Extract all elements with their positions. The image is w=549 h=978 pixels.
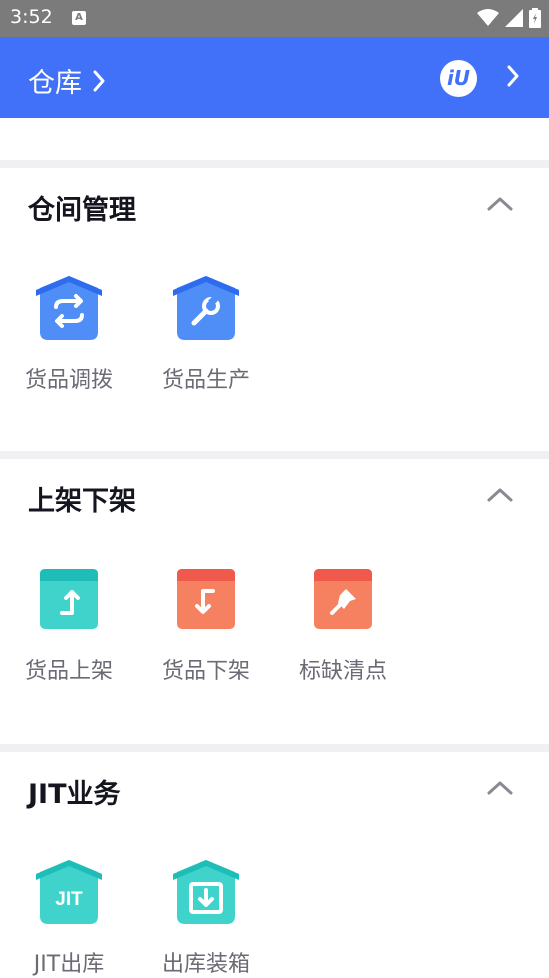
system-icons xyxy=(477,8,541,28)
shelve-down-icon xyxy=(177,569,235,629)
wifi-icon xyxy=(477,9,499,26)
jit-icon-text: JIT xyxy=(55,889,83,910)
app-bar-title: 仓库 xyxy=(28,68,82,99)
tile-label: 货品上架 xyxy=(24,659,113,684)
section-title: 仓间管理 xyxy=(28,195,136,226)
tile-label: JIT出库 xyxy=(33,952,105,977)
signal-icon xyxy=(505,9,523,27)
warehouse-selector[interactable]: 仓库 xyxy=(28,61,106,100)
notification-icon: A xyxy=(72,11,86,25)
chevron-up-icon[interactable] xyxy=(486,487,514,503)
tile-goods-shelve-down[interactable]: 货品下架 xyxy=(146,565,266,685)
chevron-right-icon xyxy=(93,70,105,91)
transfer-icon xyxy=(36,276,102,340)
section-jit-business: JIT业务 JIT JIT出库 出库装箱 xyxy=(0,752,549,978)
section-warehouse-management: 仓间管理 货品调拨 货品生产 xyxy=(0,168,549,451)
pin-icon xyxy=(314,569,372,629)
tile-label: 出库装箱 xyxy=(161,952,250,977)
status-bar: 3:52 A xyxy=(0,0,549,37)
tile-goods-transfer[interactable]: 货品调拨 xyxy=(9,274,129,394)
section-divider xyxy=(0,160,549,168)
wrench-icon xyxy=(173,276,239,340)
chevron-up-icon[interactable] xyxy=(486,196,514,212)
tile-goods-production[interactable]: 货品生产 xyxy=(146,274,266,394)
battery-icon xyxy=(529,8,541,28)
section-divider xyxy=(0,451,549,459)
section-title: 上架下架 xyxy=(28,486,136,517)
shelve-up-icon xyxy=(40,569,98,629)
tile-label: 货品生产 xyxy=(161,368,250,393)
section-title: JIT业务 xyxy=(28,779,121,810)
tile-jit-outbound[interactable]: JIT JIT出库 xyxy=(9,858,129,978)
chevron-up-icon[interactable] xyxy=(486,780,514,796)
tile-label: 货品调拨 xyxy=(24,368,113,393)
next-chevron-icon[interactable] xyxy=(505,64,521,88)
tile-label: 标缺清点 xyxy=(298,659,387,684)
brand-logo-icon[interactable]: iU xyxy=(440,60,477,97)
packing-icon xyxy=(173,860,239,924)
tile-label: 货品下架 xyxy=(161,659,250,684)
section-divider xyxy=(0,744,549,752)
jit-icon: JIT xyxy=(36,860,102,924)
status-time: 3:52 xyxy=(10,6,53,28)
section-shelving: 上架下架 货品上架 货品下架 标缺清点 xyxy=(0,459,549,744)
app-bar: 仓库 iU xyxy=(0,37,549,118)
tile-outbound-packing[interactable]: 出库装箱 xyxy=(146,858,266,978)
tile-goods-shelve-up[interactable]: 货品上架 xyxy=(9,565,129,685)
tile-stock-check[interactable]: 标缺清点 xyxy=(283,565,403,685)
